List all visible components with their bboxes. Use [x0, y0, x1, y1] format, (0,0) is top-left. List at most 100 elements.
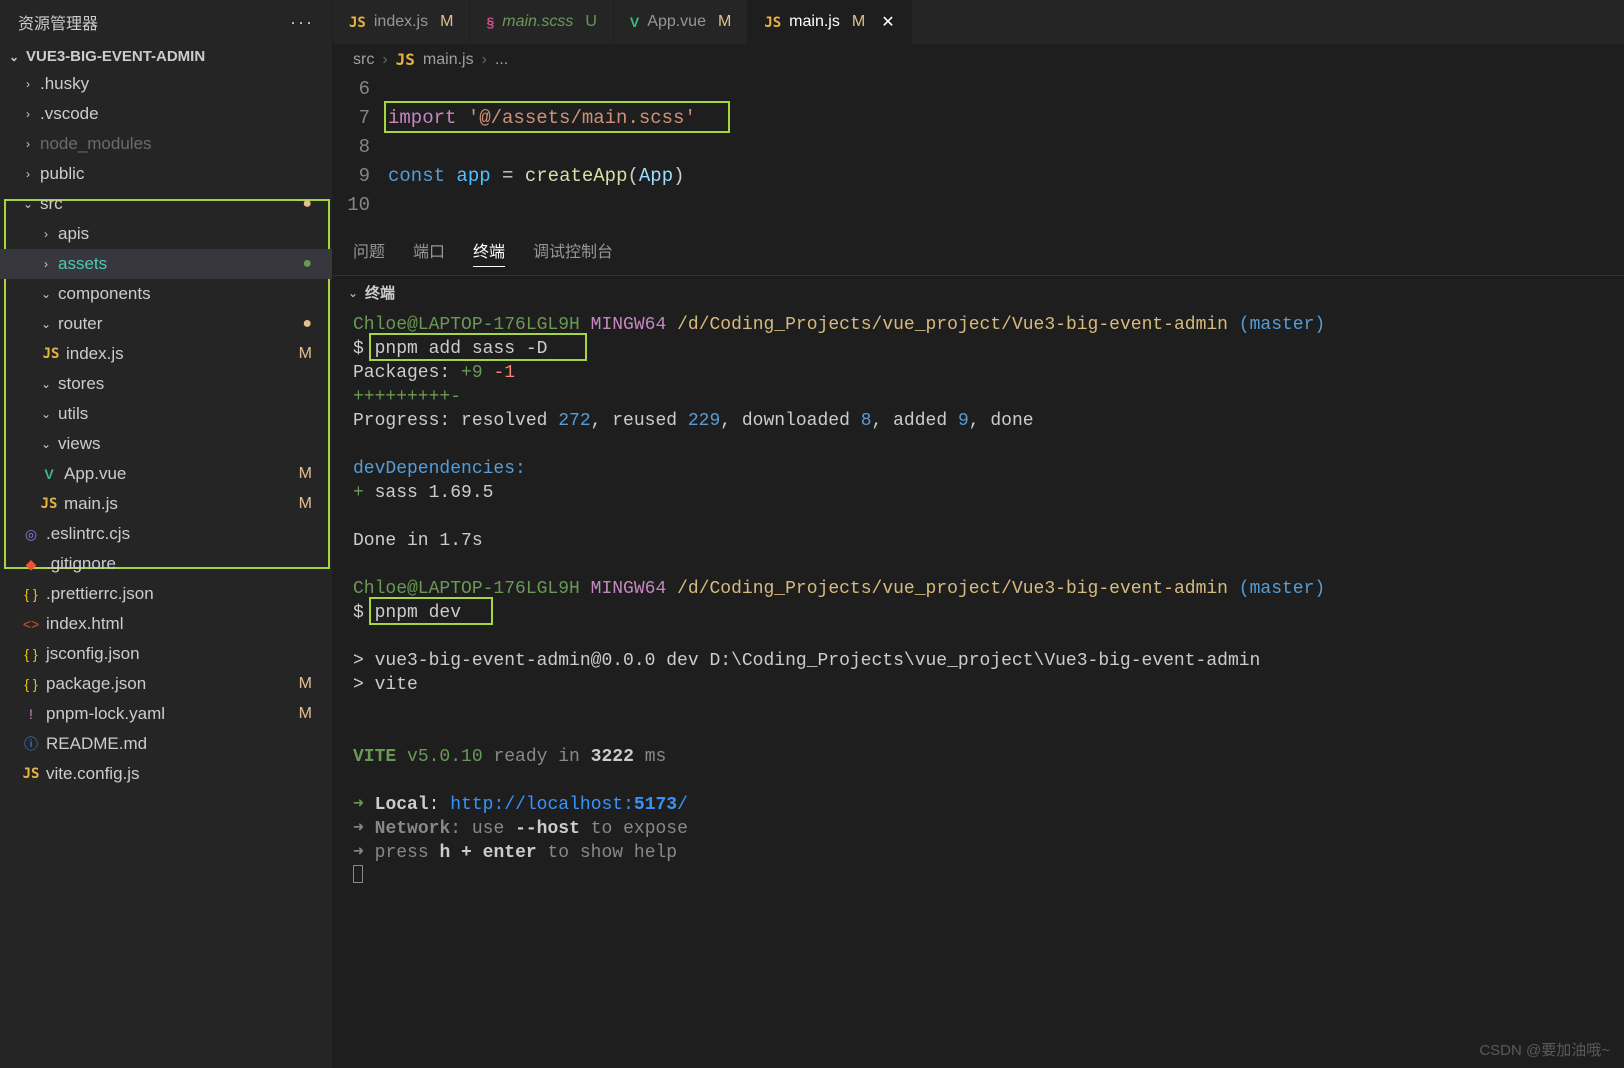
sidebar: 资源管理器 ··· ⌄ VUE3-BIG-EVENT-ADMIN ›.husky…: [0, 0, 333, 1068]
tree-item-label: assets: [58, 254, 107, 274]
file-main.js[interactable]: JSmain.jsM: [0, 489, 332, 519]
tab-index.js[interactable]: JSindex.jsM: [333, 0, 470, 44]
terminal-header[interactable]: ⌄ 终端: [333, 276, 1624, 309]
info-icon: ⓘ: [20, 734, 42, 754]
file-vite.config.js[interactable]: JSvite.config.js: [0, 759, 332, 789]
html-icon: <>: [20, 616, 42, 632]
tab-label: App.vue: [647, 13, 706, 31]
watermark: CSDN @要加油哦~: [1479, 1039, 1610, 1060]
project-name: VUE3-BIG-EVENT-ADMIN: [26, 48, 205, 65]
tab-label: main.js: [789, 13, 840, 31]
tab-App.vue[interactable]: V App.vue M: [614, 0, 748, 44]
file-jsconfig.json[interactable]: { }jsconfig.json: [0, 639, 332, 669]
chevron-icon: ⌄: [20, 197, 36, 211]
json-icon: { }: [20, 586, 42, 602]
status-badge: ●: [302, 255, 312, 273]
project-header[interactable]: ⌄ VUE3-BIG-EVENT-ADMIN: [0, 44, 332, 69]
close-icon[interactable]: ✕: [881, 12, 894, 32]
status-badge: ●: [302, 315, 312, 333]
status-badge: ●: [302, 195, 312, 213]
tab-main.scss[interactable]: §main.scssU: [470, 0, 613, 44]
chevron-icon: ›: [20, 167, 36, 181]
file-.gitignore[interactable]: ◆.gitignore: [0, 549, 332, 579]
vue-icon: V: [630, 14, 639, 30]
terminal-title: 终端: [365, 282, 395, 303]
chevron-icon: ›: [20, 77, 36, 91]
status-badge: M: [852, 13, 865, 31]
file-package.json[interactable]: { }package.json M: [0, 669, 332, 699]
folder-public[interactable]: ›public: [0, 159, 332, 189]
tree-item-label: router: [58, 314, 102, 334]
folder-apis[interactable]: ›apis: [0, 219, 332, 249]
tree-item-label: vite.config.js: [46, 764, 140, 784]
more-icon[interactable]: ···: [290, 12, 314, 33]
folder-.husky[interactable]: › .husky: [0, 69, 332, 99]
tab-label: index.js: [374, 13, 428, 31]
folder-router[interactable]: ⌄ router ●: [0, 309, 332, 339]
lock-icon: !: [20, 706, 42, 722]
tree-item-label: main.js: [64, 494, 118, 514]
chevron-icon: ›: [20, 107, 36, 121]
file-pnpm-lock.yaml[interactable]: !pnpm-lock.yamlM: [0, 699, 332, 729]
js-icon: JS: [40, 346, 62, 362]
line-gutter: 6 7 8 9 10: [333, 75, 388, 220]
status-badge: M: [299, 495, 312, 513]
chevron-right-icon: ›: [482, 51, 487, 69]
file-index.html[interactable]: <>index.html: [0, 609, 332, 639]
tab-problems[interactable]: 问题: [353, 238, 385, 267]
tree-item-label: node_modules: [40, 134, 152, 154]
chevron-icon: ⌄: [38, 437, 54, 451]
main-area: JS index.js M §main.scssU V App.vue M JS main.js…: [333, 0, 1624, 1068]
tab-terminal[interactable]: 终端: [473, 238, 505, 267]
js-icon: JS: [396, 50, 415, 69]
file-App.vue[interactable]: VApp.vueM: [0, 459, 332, 489]
tree-item-label: utils: [58, 404, 88, 424]
folder-views[interactable]: ⌄ views: [0, 429, 332, 459]
status-badge: M: [718, 13, 731, 31]
status-badge: M: [299, 705, 312, 723]
folder-utils[interactable]: ⌄ utils: [0, 399, 332, 429]
tree-item-label: App.vue: [64, 464, 126, 484]
chevron-down-icon: ⌄: [6, 50, 22, 64]
folder-components[interactable]: ⌄ components: [0, 279, 332, 309]
panel-tabs: 问题 端口 终端 调试控制台: [333, 230, 1624, 276]
file-.eslintrc.cjs[interactable]: ◎.eslintrc.cjs: [0, 519, 332, 549]
git-icon: ◆: [20, 556, 42, 573]
status-badge: M: [299, 675, 312, 693]
file-.prettierrc.json[interactable]: { }.prettierrc.json: [0, 579, 332, 609]
chevron-icon: ›: [38, 257, 54, 271]
tab-ports[interactable]: 端口: [413, 238, 445, 267]
json-icon: { }: [20, 676, 42, 692]
tree-item-label: .vscode: [40, 104, 99, 124]
file-README.md[interactable]: ⓘREADME.md: [0, 729, 332, 759]
folder-src[interactable]: ⌄src●: [0, 189, 332, 219]
chevron-down-icon: ⌄: [345, 286, 361, 300]
tab-debug-console[interactable]: 调试控制台: [533, 238, 613, 267]
tree-item-label: package.json: [46, 674, 146, 694]
chevron-icon: ⌄: [38, 407, 54, 421]
editor-tabs: JS index.js M §main.scssU V App.vue M JS main.js…: [333, 0, 1624, 44]
chevron-icon: ⌄: [38, 287, 54, 301]
tree-item-label: .husky: [40, 74, 89, 94]
js-icon: JS: [349, 14, 366, 31]
folder-assets[interactable]: › assets ●: [0, 249, 332, 279]
folder-.vscode[interactable]: › .vscode: [0, 99, 332, 129]
tree-item-label: components: [58, 284, 151, 304]
vue-icon: V: [38, 466, 60, 482]
chevron-right-icon: ›: [382, 51, 387, 69]
breadcrumb[interactable]: src › JS main.js › ...: [333, 44, 1624, 75]
code-editor[interactable]: 6 7 8 9 10 import '@/assets/main.scss' c…: [333, 75, 1624, 220]
tree-item-label: jsconfig.json: [46, 644, 140, 664]
tab-main.js[interactable]: JS main.js M ✕: [748, 0, 911, 44]
chevron-icon: ⌄: [38, 317, 54, 331]
terminal-output[interactable]: Chloe@LAPTOP-176LGL9H MINGW64 /d/Coding_…: [333, 309, 1624, 1068]
status-badge: M: [299, 345, 312, 363]
file-index.js[interactable]: JSindex.jsM: [0, 339, 332, 369]
file-tree: ›.husky›.vscode›node_modules›public⌄src●…: [0, 69, 332, 1068]
folder-stores[interactable]: ⌄stores: [0, 369, 332, 399]
code-content[interactable]: import '@/assets/main.scss' const app = …: [388, 75, 1624, 220]
js-icon: JS: [764, 14, 781, 31]
tree-item-label: views: [58, 434, 101, 454]
breadcrumb-seg: src: [353, 51, 374, 69]
folder-node_modules[interactable]: ›node_modules: [0, 129, 332, 159]
